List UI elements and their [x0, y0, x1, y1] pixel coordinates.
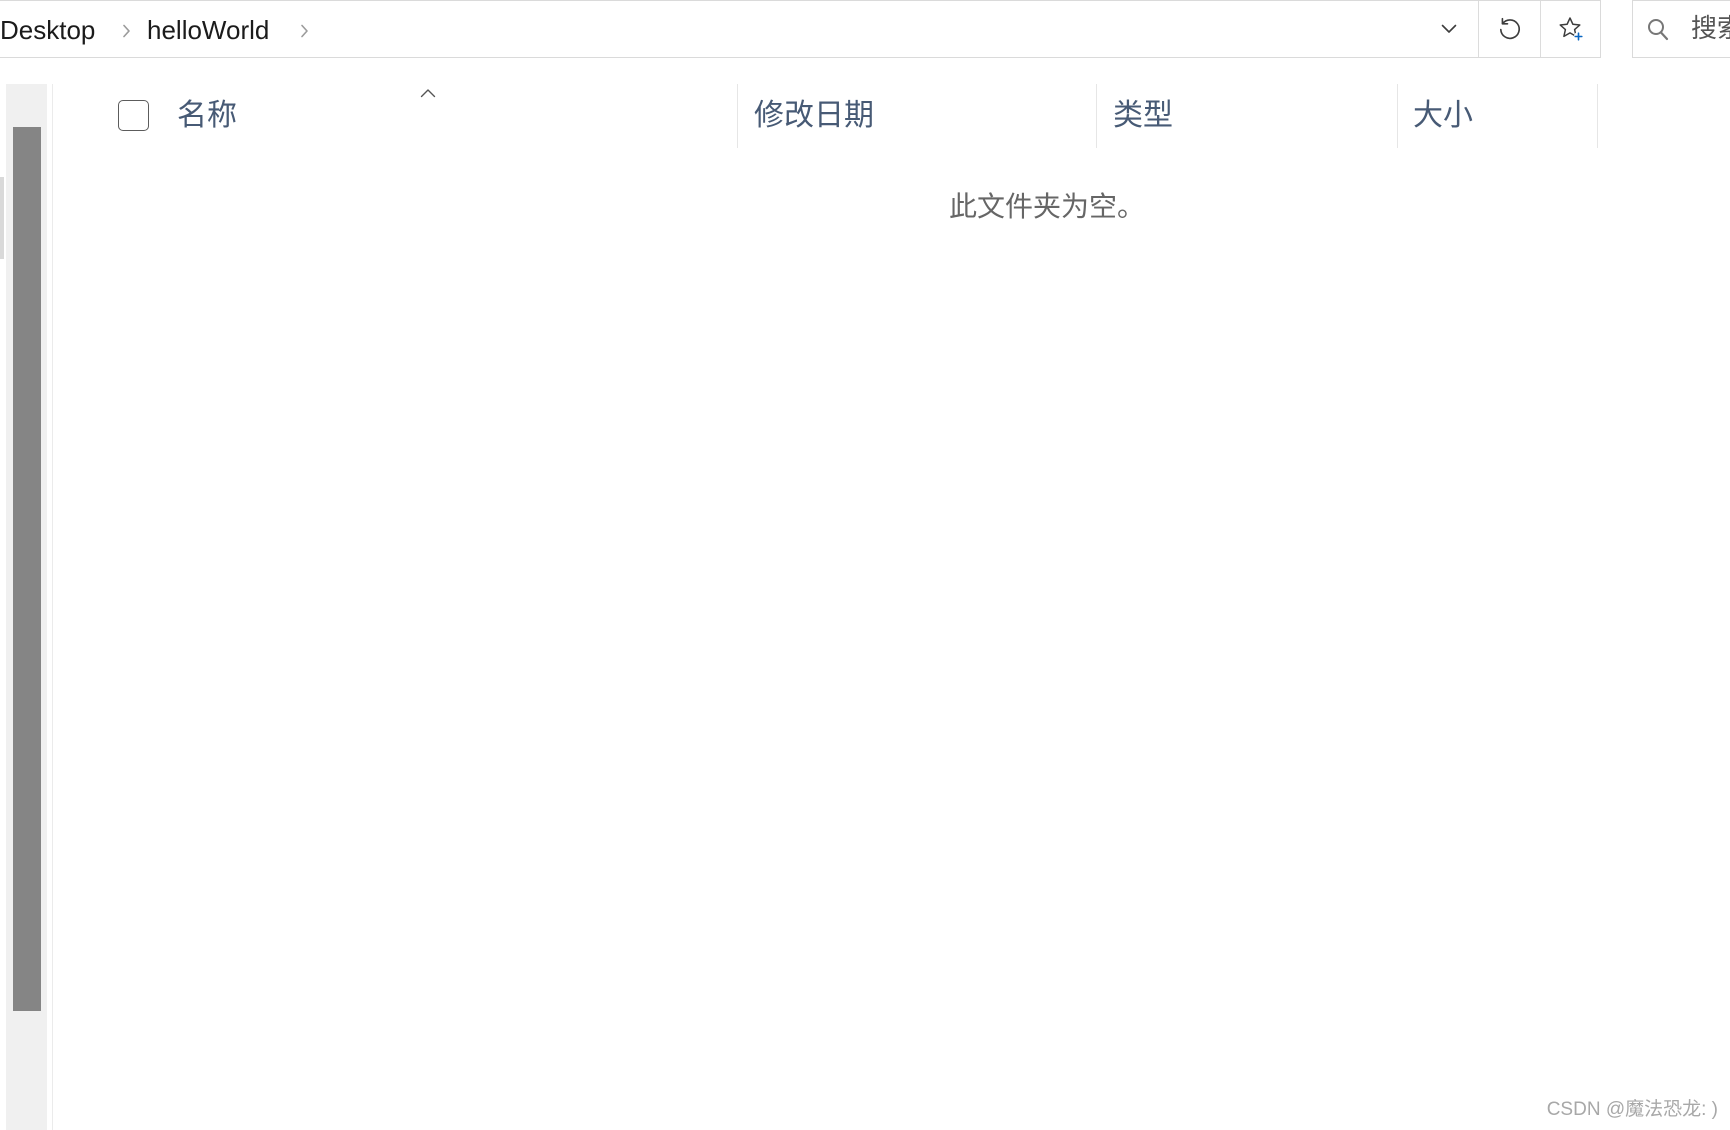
navigation-pane-divider[interactable]: [52, 84, 53, 1130]
breadcrumb-chevron-right-icon[interactable]: [121, 23, 131, 39]
star-plus-icon: [1558, 17, 1583, 42]
column-header-label: 类型: [1113, 98, 1173, 133]
column-header-label: 修改日期: [754, 98, 874, 133]
chevron-down-icon: [1441, 24, 1457, 33]
breadcrumb-chevron-right-icon[interactable]: [299, 23, 309, 39]
refresh-button[interactable]: [1479, 1, 1540, 57]
column-header-date-modified[interactable]: 修改日期: [738, 84, 1096, 148]
watermark: CSDN @魔法恐龙: ): [1546, 1099, 1718, 1120]
column-header-name[interactable]: 名称: [53, 84, 737, 148]
column-header-label: 名称: [177, 98, 237, 133]
navigation-pane-scrollbar[interactable]: [6, 84, 47, 1130]
refresh-icon: [1499, 17, 1520, 40]
breadcrumb-item-desktop[interactable]: Desktop: [0, 1, 95, 57]
breadcrumb-item-helloworld[interactable]: helloWorld: [147, 1, 269, 57]
address-history-dropdown-button[interactable]: [1420, 1, 1478, 57]
file-explorer-window: Desktop helloWorld 搜索 名称 修改日期 类型 大小 此文件夹…: [0, 0, 1730, 1130]
search-input[interactable]: [1691, 1, 1730, 57]
column-header-size[interactable]: 大小: [1398, 84, 1597, 148]
scrollbar-thumb[interactable]: [13, 127, 41, 1011]
column-header-type[interactable]: 类型: [1097, 84, 1397, 148]
left-edge-indicator: [0, 177, 4, 259]
search-box[interactable]: [1632, 0, 1730, 58]
chevron-up-icon: [420, 89, 436, 98]
empty-folder-message: 此文件夹为空。: [949, 190, 1146, 223]
search-icon: [1648, 19, 1669, 41]
column-header-label: 大小: [1413, 98, 1473, 133]
column-resize-handle[interactable]: [1597, 84, 1598, 148]
add-to-favorites-button[interactable]: [1541, 1, 1600, 57]
select-all-checkbox[interactable]: [118, 100, 149, 131]
address-bar[interactable]: Desktop helloWorld: [0, 0, 1601, 58]
